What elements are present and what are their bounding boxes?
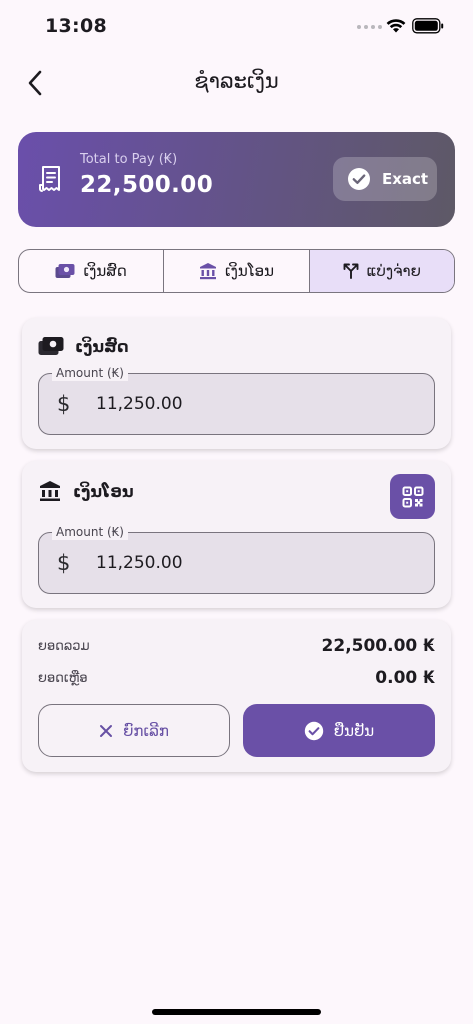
cash-card: ເງິນສົດ Amount (₭) $ 11,250.00 bbox=[22, 318, 451, 449]
dollar-icon: $ bbox=[57, 392, 71, 416]
cash-amount-input[interactable]: Amount (₭) $ 11,250.00 bbox=[38, 365, 435, 435]
battery-icon bbox=[412, 18, 444, 34]
transfer-amount-value: 11,250.00 bbox=[96, 553, 183, 573]
tab-split[interactable]: ແບ່ງຈ່າຍ bbox=[309, 250, 454, 292]
exact-label: Exact bbox=[382, 170, 429, 188]
status-bar: 13:08 bbox=[0, 0, 473, 54]
payment-method-tabs: ເງິນສົດ ເງິນໂອນ ແບ່ງຈ່າຍ bbox=[18, 249, 455, 293]
summary-remaining-value: 0.00 ₭ bbox=[375, 668, 435, 688]
total-label: Total to Pay (₭) bbox=[80, 152, 178, 167]
tab-split-label: ແບ່ງຈ່າຍ bbox=[366, 262, 421, 280]
page-title: ຊຳລະເງິນ bbox=[194, 69, 279, 93]
summary-total-row: ຍອດລວມ 22,500.00 ₭ bbox=[38, 636, 435, 656]
summary-remaining-row: ຍອດເຫຼືອ 0.00 ₭ bbox=[38, 668, 435, 688]
status-time: 13:08 bbox=[45, 15, 107, 37]
home-indicator bbox=[152, 1009, 321, 1015]
transfer-amount-label: Amount (₭) bbox=[52, 524, 128, 540]
qr-scan-button[interactable] bbox=[390, 474, 435, 519]
summary-card: ຍອດລວມ 22,500.00 ₭ ຍອດເຫຼືອ 0.00 ₭ ຍົກເລ… bbox=[22, 620, 451, 772]
transfer-amount-input[interactable]: Amount (₭) $ 11,250.00 bbox=[38, 524, 435, 594]
tab-transfer[interactable]: ເງິນໂອນ bbox=[164, 250, 310, 292]
transfer-card-title: ເງິນໂອນ bbox=[73, 481, 134, 501]
transfer-card-header: ເງິນໂອນ bbox=[38, 479, 134, 503]
tab-transfer-label: ເງິນໂອນ bbox=[224, 262, 274, 280]
total-card: Total to Pay (₭) 22,500.00 Exact bbox=[18, 132, 455, 227]
tab-cash[interactable]: ເງິນສົດ bbox=[19, 250, 165, 292]
check-circle-icon bbox=[304, 721, 323, 740]
cancel-label: ຍົກເລີກ bbox=[123, 721, 169, 740]
confirm-label: ຢືນຢັນ bbox=[333, 721, 375, 740]
total-value: 22,500.00 bbox=[80, 172, 214, 198]
transfer-card: ເງິນໂອນ Amount (₭) $ 11,250.00 bbox=[22, 461, 451, 608]
dollar-icon: $ bbox=[57, 551, 71, 575]
cash-card-header: ເງິນສົດ bbox=[38, 336, 129, 356]
cancel-button[interactable]: ຍົກເລີກ bbox=[38, 704, 230, 757]
confirm-button[interactable]: ຢືນຢັນ bbox=[243, 704, 435, 757]
summary-remaining-label: ຍອດເຫຼືອ bbox=[38, 670, 88, 686]
check-circle-icon bbox=[348, 168, 370, 190]
cash-icon bbox=[38, 337, 64, 355]
tab-cash-label: ເງິນສົດ bbox=[83, 262, 127, 280]
cash-amount-label: Amount (₭) bbox=[52, 365, 128, 381]
signal-icon bbox=[357, 25, 382, 29]
summary-total-value: 22,500.00 ₭ bbox=[321, 636, 435, 656]
qr-code-icon bbox=[402, 486, 423, 507]
cash-icon bbox=[55, 264, 75, 278]
exact-button[interactable]: Exact bbox=[333, 157, 437, 201]
receipt-icon bbox=[39, 166, 60, 192]
wifi-icon bbox=[386, 19, 406, 33]
summary-total-label: ຍອດລວມ bbox=[38, 638, 90, 654]
cash-amount-value: 11,250.00 bbox=[96, 394, 183, 414]
cash-card-title: ເງິນສົດ bbox=[75, 336, 129, 356]
close-icon bbox=[100, 724, 113, 737]
bank-icon bbox=[40, 481, 60, 501]
split-icon bbox=[343, 263, 359, 279]
bank-icon bbox=[199, 263, 216, 280]
